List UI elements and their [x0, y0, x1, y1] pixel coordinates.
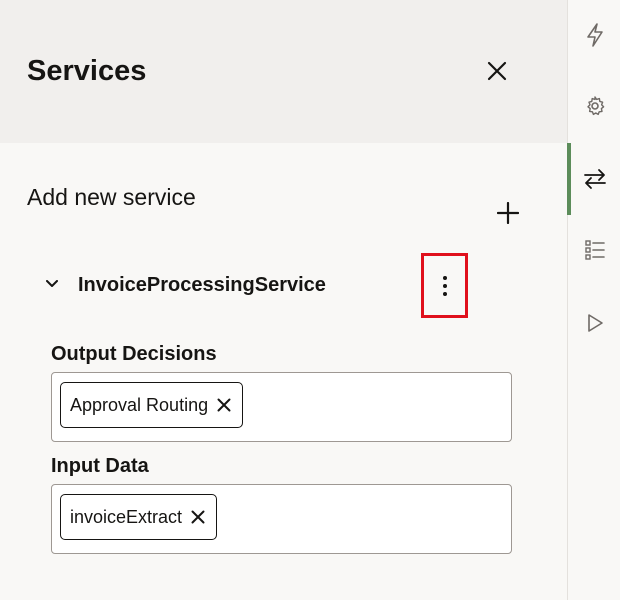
panel-title: Services — [27, 55, 147, 87]
input-data-chip: invoiceExtract — [60, 494, 218, 540]
close-icon — [487, 61, 507, 81]
panel-header: Services — [0, 0, 567, 143]
gear-icon — [586, 96, 604, 116]
plus-icon — [497, 202, 519, 224]
service-actions-menu-button[interactable] — [421, 253, 468, 318]
close-icon — [217, 398, 231, 412]
input-data-label: Input Data — [51, 455, 149, 477]
input-data-field[interactable]: invoiceExtract — [51, 484, 512, 554]
chip-label: Approval Routing — [70, 395, 209, 415]
close-icon — [191, 510, 205, 524]
kebab-menu-icon — [442, 275, 447, 296]
remove-chip-button[interactable] — [214, 395, 234, 415]
checklist-icon — [584, 240, 605, 260]
lightning-icon — [586, 23, 603, 47]
close-button[interactable] — [481, 55, 513, 87]
remove-chip-button[interactable] — [188, 507, 208, 527]
rail-item-services[interactable] — [568, 155, 620, 203]
add-service-button[interactable] — [492, 197, 524, 229]
chip-label: invoiceExtract — [70, 507, 183, 527]
collapse-service-toggle[interactable] — [42, 274, 62, 294]
chevron-down-icon — [46, 280, 58, 287]
output-decisions-field[interactable]: Approval Routing — [51, 372, 512, 442]
output-decisions-label: Output Decisions — [51, 343, 217, 365]
service-name: InvoiceProcessingService — [78, 274, 326, 296]
output-decision-chip: Approval Routing — [60, 382, 244, 428]
rail-item-triggers[interactable] — [568, 11, 620, 59]
swap-arrows-icon — [583, 169, 606, 189]
play-icon — [587, 314, 603, 332]
services-panel: Services Add new service InvoiceProcessi… — [0, 0, 567, 600]
rail-item-settings[interactable] — [568, 82, 620, 130]
add-new-service-label: Add new service — [27, 184, 196, 210]
side-rail — [567, 0, 620, 600]
rail-item-checklist[interactable] — [568, 226, 620, 274]
rail-item-run[interactable] — [568, 299, 620, 347]
